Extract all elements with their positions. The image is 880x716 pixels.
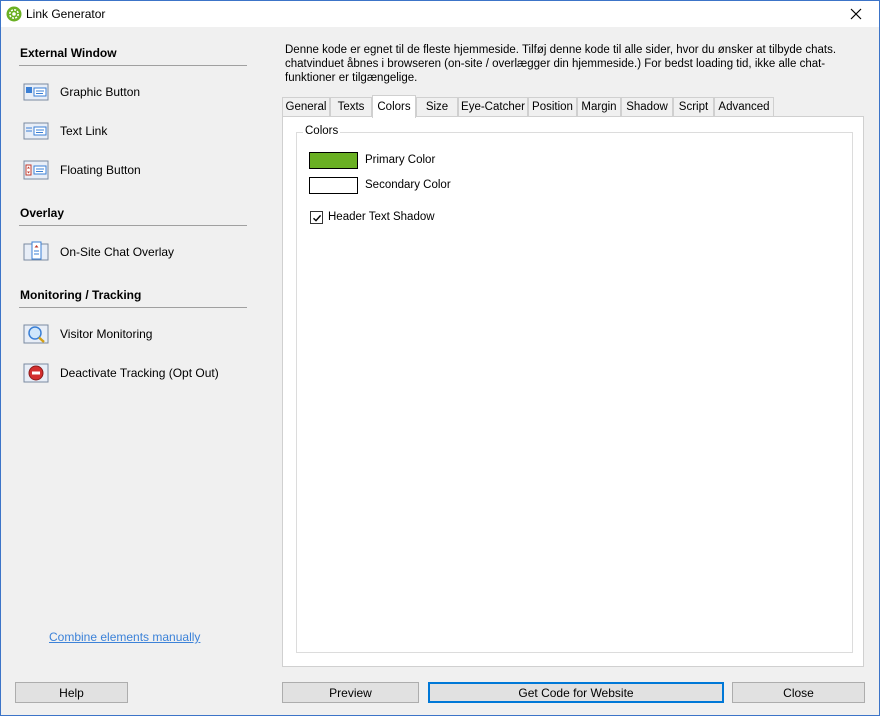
groupbox-title: Colors xyxy=(303,125,341,137)
close-button[interactable]: Close xyxy=(732,682,865,703)
tab-advanced[interactable]: Advanced xyxy=(714,97,774,116)
tab-general[interactable]: General xyxy=(282,97,330,116)
sidebar-item-label: Text Link xyxy=(60,124,108,138)
sidebar-item-chat-overlay[interactable]: On-Site Chat Overlay xyxy=(23,239,253,265)
primary-color-label: Primary Color xyxy=(365,154,436,166)
checkmark-icon xyxy=(312,214,321,222)
chat-overlay-icon xyxy=(23,241,49,261)
section-divider xyxy=(19,307,247,308)
tab-texts[interactable]: Texts xyxy=(330,97,372,116)
sidebar-item-label: Deactivate Tracking (Opt Out) xyxy=(60,366,219,380)
tab-shadow[interactable]: Shadow xyxy=(621,97,673,116)
sidebar-item-label: Graphic Button xyxy=(60,85,141,99)
deactivate-tracking-icon xyxy=(23,363,49,383)
get-code-button[interactable]: Get Code for Website xyxy=(428,682,724,703)
sidebar: External Window Graphic Button Text Link… xyxy=(1,27,263,715)
header-text-shadow-label: Header Text Shadow xyxy=(328,211,435,223)
sidebar-item-graphic-button[interactable]: Graphic Button xyxy=(23,79,253,105)
help-button[interactable]: Help xyxy=(15,682,128,703)
window-title: Link Generator xyxy=(26,7,106,21)
sidebar-item-label: Floating Button xyxy=(60,163,141,177)
sidebar-item-floating-button[interactable]: Floating Button xyxy=(23,157,253,183)
preview-button[interactable]: Preview xyxy=(282,682,419,703)
tab-margin[interactable]: Margin xyxy=(577,97,621,116)
combine-elements-link[interactable]: Combine elements manually xyxy=(49,630,200,644)
tab-size[interactable]: Size xyxy=(416,97,458,116)
link-generator-window: Link Generator External Window Graphic B… xyxy=(0,0,880,716)
primary-color-swatch[interactable] xyxy=(309,152,358,169)
colors-groupbox: Colors Primary Color Secondary Color Hea… xyxy=(296,125,853,653)
graphic-button-icon xyxy=(23,83,49,101)
visitor-monitoring-icon xyxy=(23,324,49,344)
description-text: Denne kode er egnet til de fleste hjemme… xyxy=(285,44,837,84)
text-link-icon xyxy=(23,122,49,140)
sidebar-item-text-link[interactable]: Text Link xyxy=(23,118,253,144)
sidebar-item-label: On-Site Chat Overlay xyxy=(60,245,175,259)
header-text-shadow-checkbox[interactable] xyxy=(310,211,323,224)
sidebar-item-deactivate-tracking[interactable]: Deactivate Tracking (Opt Out) xyxy=(23,360,253,386)
colors-tab-panel: Colors Primary Color Secondary Color Hea… xyxy=(282,116,864,667)
section-header-overlay: Overlay xyxy=(20,206,65,220)
secondary-color-label: Secondary Color xyxy=(365,179,451,191)
floating-button-icon xyxy=(23,160,49,180)
gear-icon xyxy=(6,6,22,22)
secondary-color-swatch[interactable] xyxy=(309,177,358,194)
tab-eye-catcher[interactable]: Eye-Catcher xyxy=(458,97,528,116)
section-header-monitoring: Monitoring / Tracking xyxy=(20,288,142,302)
tab-colors[interactable]: Colors xyxy=(372,95,416,118)
section-divider xyxy=(19,225,247,226)
title-bar: Link Generator xyxy=(1,1,879,27)
section-divider xyxy=(19,65,247,66)
sidebar-item-visitor-monitoring[interactable]: Visitor Monitoring xyxy=(23,321,253,347)
section-header-external-window: External Window xyxy=(20,46,117,60)
tab-script[interactable]: Script xyxy=(673,97,714,116)
close-icon[interactable] xyxy=(833,1,879,27)
sidebar-item-label: Visitor Monitoring xyxy=(60,327,153,341)
tab-position[interactable]: Position xyxy=(528,97,577,116)
